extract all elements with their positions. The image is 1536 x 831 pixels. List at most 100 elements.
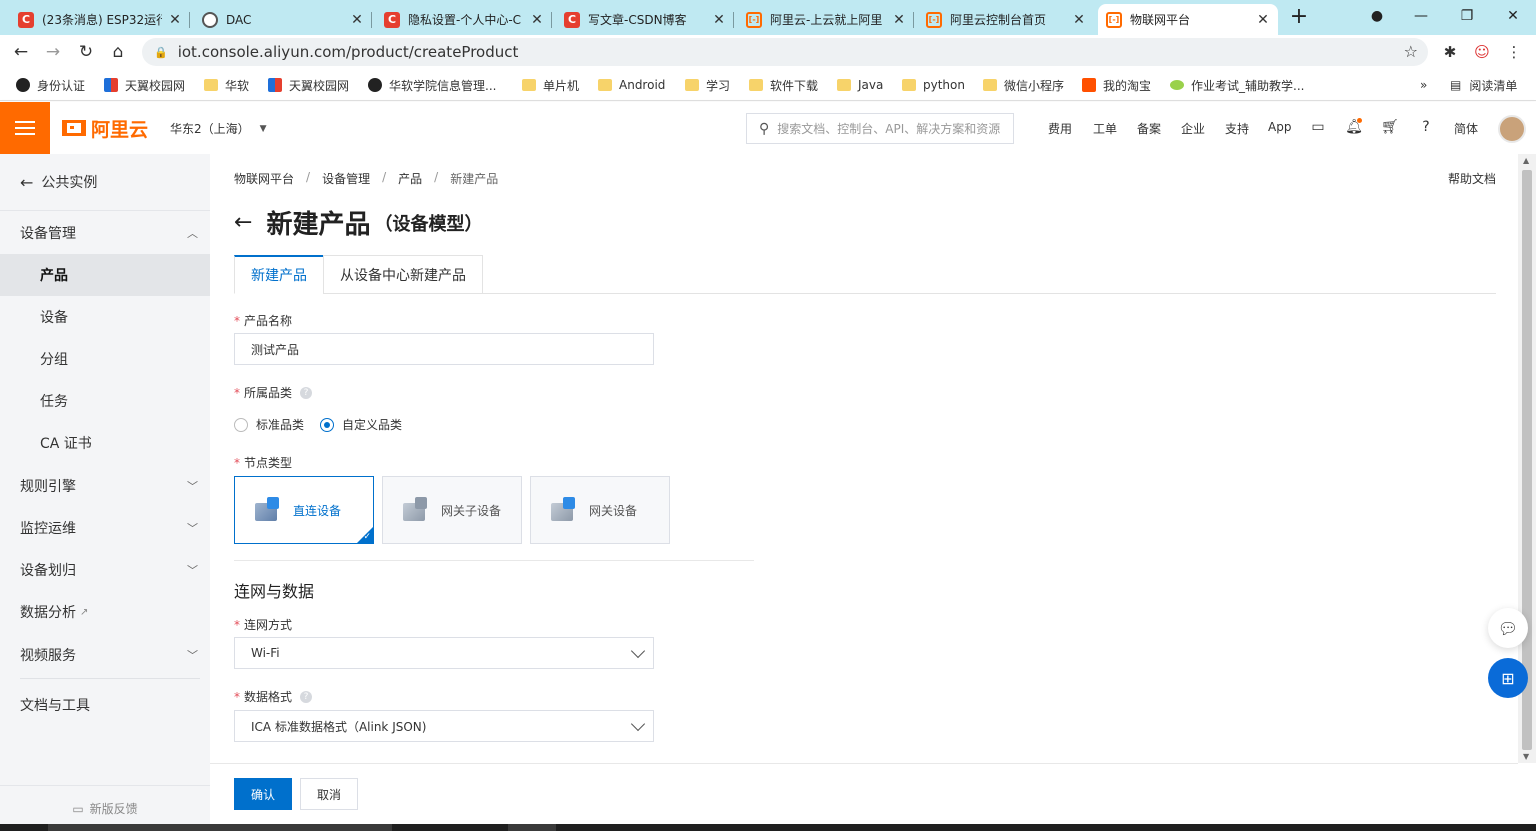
nav-link-tickets[interactable]: 工单 <box>1093 120 1117 137</box>
apps-float-button[interactable]: ⊞ <box>1488 658 1528 698</box>
sidebar-item-product[interactable]: 产品 <box>0 254 210 296</box>
bookmark-star-icon[interactable]: ☆ <box>1404 42 1418 61</box>
cart-icon[interactable]: 🛒︎ <box>1381 118 1399 136</box>
browser-tab-active[interactable]: [-] 物联网平台 ✕ <box>1098 4 1278 35</box>
close-icon[interactable]: ✕ <box>1256 12 1270 28</box>
sidebar-docs-tools[interactable]: 文档与工具 <box>0 684 210 726</box>
close-icon[interactable]: ✕ <box>712 12 726 28</box>
avatar[interactable] <box>1498 115 1526 143</box>
node-type-gateway-device[interactable]: 网关设备 <box>530 476 670 544</box>
bookmark-item[interactable]: 天翼校园网 <box>268 76 349 94</box>
network-method-select[interactable]: Wi-Fi <box>234 637 654 669</box>
sidebar-group-rule-engine[interactable]: 规则引擎 ﹀ <box>0 465 210 507</box>
node-type-direct-device[interactable]: 直连设备 ✓ <box>234 476 374 544</box>
sidebar-group-device-management[interactable]: 设备管理 ︿ <box>0 212 210 254</box>
home-icon[interactable]: ⌂ <box>105 39 131 65</box>
help-icon[interactable]: ? <box>1417 118 1435 136</box>
nav-link-support[interactable]: 支持 <box>1225 120 1249 137</box>
sidebar-group-data-analysis[interactable]: 数据分析 ↗ <box>0 591 210 633</box>
scroll-down-icon[interactable]: ▼ <box>1523 752 1529 761</box>
nav-link-enterprise[interactable]: 企业 <box>1181 120 1205 137</box>
arrow-left-icon[interactable]: ← <box>234 210 252 235</box>
node-type-gateway-sub-device[interactable]: 网关子设备 <box>382 476 522 544</box>
radio-custom-category[interactable] <box>320 417 335 432</box>
minimize-icon[interactable]: — <box>1398 0 1444 32</box>
bookmark-item[interactable]: 我的淘宝 <box>1082 76 1151 94</box>
close-icon[interactable]: ✕ <box>892 12 906 28</box>
breadcrumb-item[interactable]: 设备管理 <box>322 170 370 187</box>
browser-tab[interactable]: C 写文章-CSDN博客 ✕ <box>556 4 734 35</box>
nav-link-icp[interactable]: 备案 <box>1137 120 1161 137</box>
language-switch[interactable]: 简体 <box>1454 120 1478 137</box>
bookmark-item[interactable]: 单片机 <box>522 76 579 94</box>
breadcrumb-item[interactable]: 物联网平台 <box>234 170 294 187</box>
maximize-icon[interactable]: ❐ <box>1444 0 1490 32</box>
sidebar-group-video-service[interactable]: 视频服务 ﹀ <box>0 634 210 676</box>
sidebar-item-task[interactable]: 任务 <box>0 380 210 422</box>
bookmark-item[interactable]: python <box>902 76 965 94</box>
sidebar-group-monitoring[interactable]: 监控运维 ﹀ <box>0 507 210 549</box>
bookmark-item[interactable]: Java <box>837 76 883 94</box>
confirm-button[interactable]: 确认 <box>234 778 292 810</box>
sidebar-item-group[interactable]: 分组 <box>0 338 210 380</box>
sidebar-back-public-instance[interactable]: ← 公共实例 <box>0 154 210 211</box>
bookmark-item[interactable]: 华软 <box>204 76 249 94</box>
tab-from-device-center[interactable]: 从设备中心新建产品 <box>323 255 483 294</box>
nav-link-app[interactable]: App <box>1268 120 1291 134</box>
data-format-select[interactable]: ICA 标准数据格式（Alink JSON) <box>234 710 654 742</box>
window-close-icon[interactable]: ✕ <box>1490 0 1536 32</box>
close-icon[interactable]: ✕ <box>350 12 364 28</box>
bookmark-item[interactable]: 华软学院信息管理... <box>368 76 496 94</box>
profile-icon[interactable]: ☺ <box>1472 42 1492 62</box>
help-doc-link[interactable]: 帮助文档 <box>1448 170 1496 187</box>
radio-label[interactable]: 标准品类 <box>256 416 304 433</box>
bookmark-item[interactable]: 软件下载 <box>749 76 818 94</box>
scrollbar-thumb[interactable] <box>1522 170 1532 750</box>
tab-title: 阿里云-上云就上阿里 <box>770 13 883 27</box>
nav-link-fees[interactable]: 费用 <box>1048 120 1072 137</box>
close-icon[interactable]: ✕ <box>1072 12 1086 28</box>
new-tab-button[interactable]: + <box>1276 0 1322 32</box>
chat-float-button[interactable]: 💬︎ <box>1488 608 1528 648</box>
notification-bell-icon[interactable]: 🔔︎ <box>1345 118 1363 136</box>
bookmark-item[interactable]: 作业考试_辅助教学... <box>1170 76 1304 94</box>
aliyun-logo[interactable]: 阿里云 <box>62 116 148 141</box>
radio-label[interactable]: 自定义品类 <box>342 416 402 433</box>
reading-list-button[interactable]: ▤ 阅读清单 <box>1450 76 1517 94</box>
radio-standard-category[interactable] <box>234 417 248 432</box>
url-input[interactable]: 🔒 iot.console.aliyun.com/product/createP… <box>142 38 1428 66</box>
menu-toggle-button[interactable] <box>0 102 50 154</box>
bookmark-item[interactable]: 学习 <box>685 76 730 94</box>
close-icon[interactable]: ✕ <box>168 12 182 28</box>
bookmark-item[interactable]: 微信小程序 <box>983 76 1064 94</box>
help-question-icon[interactable]: ? <box>300 690 313 703</box>
browser-tab[interactable]: [-] 阿里云-上云就上阿里 ✕ <box>738 4 914 35</box>
breadcrumb-item[interactable]: 产品 <box>398 170 422 187</box>
scroll-up-icon[interactable]: ▲ <box>1523 156 1529 165</box>
region-selector[interactable]: 华东2（上海） ▼ <box>170 120 267 137</box>
bookmark-item[interactable]: Android <box>598 76 665 94</box>
help-question-icon[interactable]: ? <box>300 386 313 399</box>
forward-icon[interactable]: → <box>40 39 66 65</box>
tab-new-product[interactable]: 新建产品 <box>234 255 324 294</box>
console-search-input[interactable]: ⚲ 搜索文档、控制台、API、解决方案和资源 <box>746 113 1014 144</box>
cloud-shell-icon[interactable]: ▭ <box>1309 118 1327 136</box>
tab-search-icon[interactable]: ● <box>1354 0 1400 32</box>
sidebar-item-device[interactable]: 设备 <box>0 296 210 338</box>
cancel-button[interactable]: 取消 <box>300 778 358 810</box>
browser-tab[interactable]: [-] 阿里云控制台首页 ✕ <box>918 4 1094 35</box>
sidebar-item-ca-cert[interactable]: CA 证书 <box>0 422 210 464</box>
bookmark-item[interactable]: 天翼校园网 <box>104 76 185 94</box>
close-icon[interactable]: ✕ <box>530 12 544 28</box>
product-name-input[interactable]: 测试产品 <box>234 333 654 365</box>
more-menu-icon[interactable]: ⋮ <box>1504 42 1524 62</box>
browser-tab[interactable]: C (23条消息) ESP32运行 ✕ <box>10 4 190 35</box>
browser-tab[interactable]: C 隐私设置-个人中心-C ✕ <box>376 4 552 35</box>
browser-tab[interactable]: DAC ✕ <box>194 4 372 35</box>
sidebar-group-device-assignment[interactable]: 设备划归 ﹀ <box>0 549 210 591</box>
bookmarks-more-button[interactable]: » <box>1420 76 1427 94</box>
reload-icon[interactable]: ↻ <box>73 39 99 65</box>
back-icon[interactable]: ← <box>8 39 34 65</box>
bookmark-item[interactable]: 身份认证 <box>16 76 85 94</box>
extensions-icon[interactable]: ✱ <box>1440 42 1460 62</box>
